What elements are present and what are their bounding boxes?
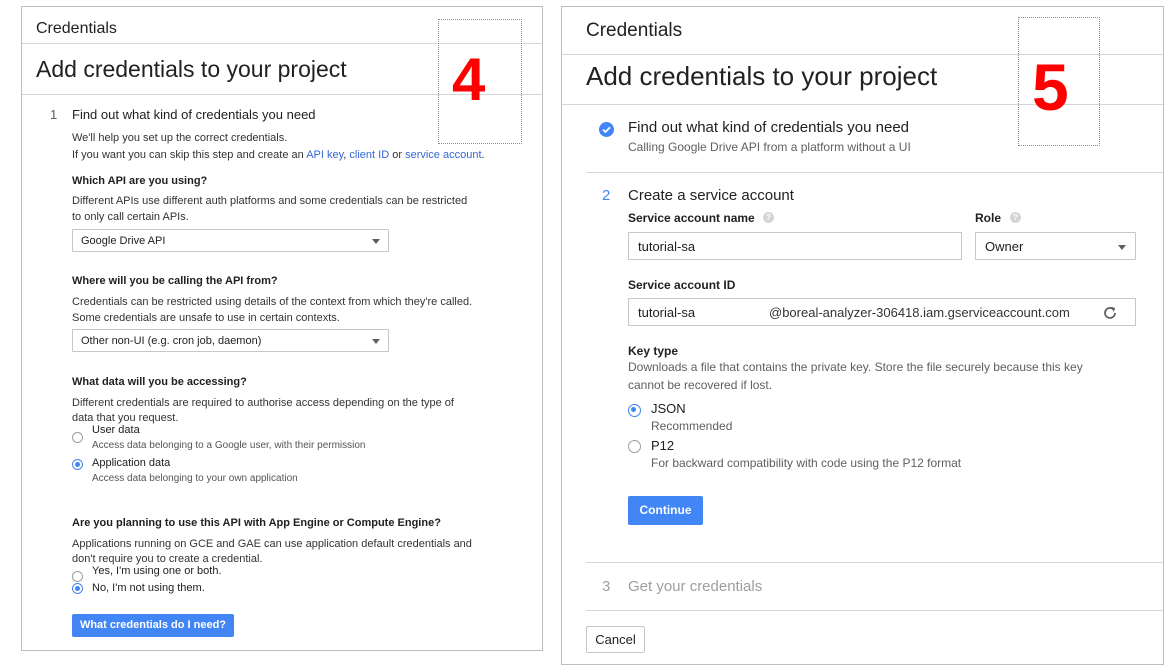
radio-engine-no-label: No, I'm not using them. <box>92 582 205 594</box>
chevron-down-icon <box>372 339 380 344</box>
page-title: Add credentials to your project <box>586 61 938 91</box>
header-title: Credentials <box>36 20 117 37</box>
step1-title: Find out what kind of credentials you ne… <box>628 119 910 136</box>
key-type-desc: cannot be recovered if lost. <box>628 378 773 392</box>
question-api-desc: to only call certain APIs. <box>72 211 189 223</box>
radio-engine-yes[interactable] <box>72 571 83 582</box>
step-number: 1 <box>50 107 58 122</box>
step1-subtitle: Calling Google Drive API from a platform… <box>628 140 911 154</box>
radio-key-p12[interactable] <box>628 440 641 453</box>
divider <box>586 610 1163 611</box>
sa-id-input[interactable]: tutorial-sa @boreal-analyzer-306418.iam.… <box>628 298 1136 326</box>
radio-key-p12-label: P12 <box>651 438 675 453</box>
sa-id-domain: @boreal-analyzer-306418.iam.gserviceacco… <box>769 305 1070 320</box>
radio-user-data-desc: Access data belonging to a Google user, … <box>92 440 366 451</box>
question-data-desc: Different credentials are required to au… <box>72 397 454 409</box>
check-circle-icon <box>599 122 614 137</box>
divider <box>586 562 1163 563</box>
radio-key-p12-desc: For backward compatibility with code usi… <box>651 456 962 470</box>
service-account-link[interactable]: service account <box>405 149 481 161</box>
api-key-link[interactable]: API key <box>306 149 343 161</box>
radio-key-json-label: JSON <box>651 401 686 416</box>
continue-button[interactable]: Continue <box>628 496 703 525</box>
step-annotation-number: 5 <box>1032 50 1069 124</box>
radio-application-data-desc: Access data belonging to your own applic… <box>92 473 298 484</box>
radio-engine-yes-label: Yes, I'm using one or both. <box>92 565 222 577</box>
question-engine-desc: Applications running on GCE and GAE can … <box>72 538 472 550</box>
help-icon[interactable]: ? <box>1010 212 1021 223</box>
question-api-desc: Different APIs use different auth platfo… <box>72 195 468 207</box>
key-type-desc: Downloads a file that contains the priva… <box>628 360 1083 374</box>
question-api: Which API are you using? <box>72 175 208 187</box>
question-data: What data will you be accessing? <box>72 376 247 388</box>
platform-select-value: Other non-UI (e.g. cron job, daemon) <box>81 335 262 347</box>
refresh-icon[interactable] <box>1101 304 1119 322</box>
step3-title: Get your credentials <box>628 578 763 595</box>
question-calling-from-desc: Credentials can be restricted using deta… <box>72 296 473 308</box>
chevron-down-icon <box>1118 245 1126 250</box>
radio-application-data[interactable] <box>72 459 83 470</box>
role-label: Role <box>975 211 1002 225</box>
separator: or <box>389 149 406 161</box>
intro-skip-prefix: If you want you can skip this step and c… <box>72 149 307 161</box>
radio-engine-no[interactable] <box>72 583 83 594</box>
separator: . <box>481 149 485 161</box>
what-credentials-button[interactable]: What credentials do I need? <box>72 614 234 637</box>
role-select-value: Owner <box>985 239 1024 254</box>
step-title: Find out what kind of credentials you ne… <box>72 107 316 122</box>
api-select-value: Google Drive API <box>81 235 166 247</box>
cancel-button[interactable]: Cancel <box>586 626 645 653</box>
sa-name-value: tutorial-sa <box>638 239 696 254</box>
page-title: Add credentials to your project <box>36 56 347 82</box>
radio-key-json[interactable] <box>628 404 641 417</box>
question-calling-from-desc: Some credentials are unsafe to use in ce… <box>72 312 340 324</box>
radio-application-data-label: Application data <box>92 457 171 469</box>
question-engine: Are you planning to use this API with Ap… <box>72 517 441 529</box>
sa-name-label: Service account name <box>628 211 755 225</box>
sa-id-value: tutorial-sa <box>638 305 696 320</box>
role-select[interactable]: Owner <box>975 232 1136 260</box>
question-data-desc: data that you request. <box>72 412 179 424</box>
radio-user-data[interactable] <box>72 432 83 443</box>
panel-step-5: Credentials Add credentials to your proj… <box>561 6 1164 665</box>
platform-select[interactable]: Other non-UI (e.g. cron job, daemon) <box>72 329 389 352</box>
step2-title: Create a service account <box>628 187 794 204</box>
intro-skip-text: If you want you can skip this step and c… <box>72 148 485 162</box>
step-annotation-number: 4 <box>452 46 486 113</box>
help-icon[interactable]: ? <box>763 212 774 223</box>
sa-name-input[interactable]: tutorial-sa <box>628 232 962 260</box>
divider <box>586 172 1163 173</box>
question-calling-from: Where will you be calling the API from? <box>72 275 278 287</box>
panel-step-4: Credentials Add credentials to your proj… <box>21 6 543 651</box>
header-title: Credentials <box>586 20 683 41</box>
question-engine-desc: don't require you to create a credential… <box>72 553 263 565</box>
chevron-down-icon <box>372 239 380 244</box>
key-type-label: Key type <box>628 344 679 358</box>
client-id-link[interactable]: client ID <box>349 149 389 161</box>
step2-number: 2 <box>602 187 611 204</box>
intro-text: We'll help you set up the correct creden… <box>72 132 288 144</box>
radio-key-json-desc: Recommended <box>651 419 733 433</box>
radio-user-data-label: User data <box>92 424 140 436</box>
sa-id-label: Service account ID <box>628 278 736 292</box>
api-select[interactable]: Google Drive API <box>72 229 389 252</box>
step3-number: 3 <box>602 578 611 595</box>
